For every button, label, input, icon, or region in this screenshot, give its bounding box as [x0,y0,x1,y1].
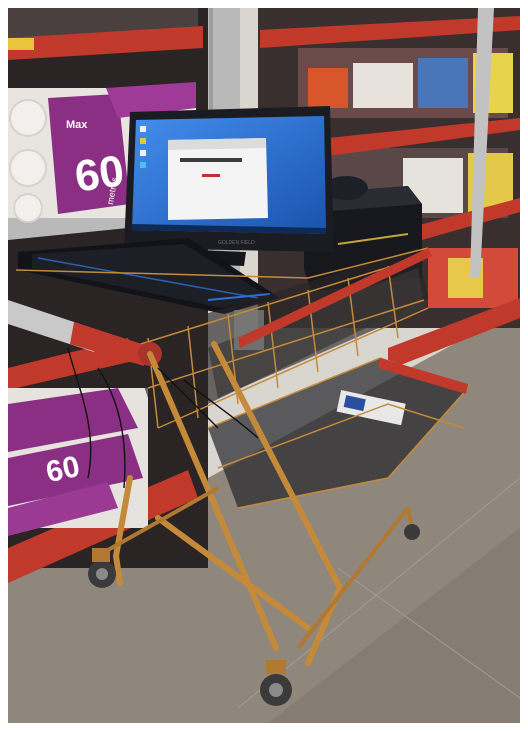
pack-count-label: 60 [72,146,127,201]
supermarket-cart-photo: Max 60 metros 60 GOLDEN FIELD [8,8,520,723]
pack-count-label-bottom: 60 [43,450,83,489]
pack-brand-label: Max [66,119,88,131]
monitor-brand: GOLDEN FIELD [218,240,255,246]
dialog-window [168,138,268,220]
toilet-paper-pack-bottom: 60 [8,388,148,536]
photo-frame: Max 60 metros 60 GOLDEN FIELD [8,8,520,723]
